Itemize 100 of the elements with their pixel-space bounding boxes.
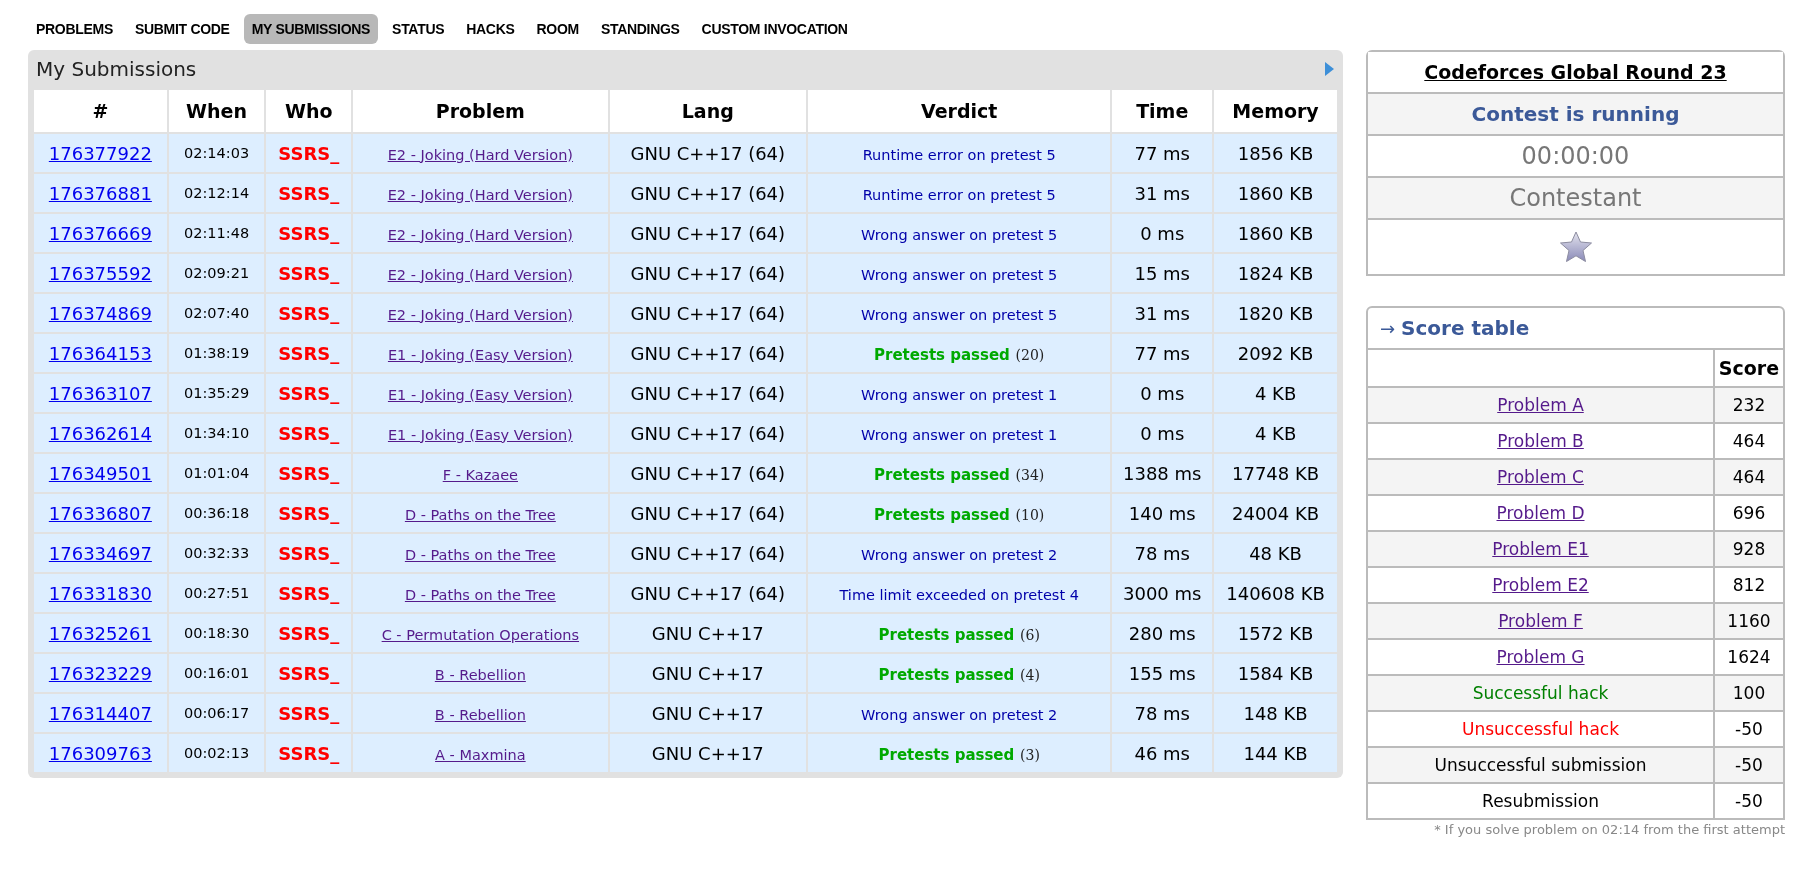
table-cell: GNU C++17 (64): [608, 133, 808, 173]
table-cell: GNU C++17 (64): [608, 533, 808, 573]
problem-link[interactable]: Problem B: [1497, 431, 1584, 451]
table-cell: 00:16:01: [167, 653, 266, 693]
table-cell: 144 KB: [1213, 733, 1338, 773]
column-header: Verdict: [807, 89, 1112, 133]
problem-link[interactable]: Problem A: [1497, 395, 1584, 415]
verdict-text: Wrong answer on pretest 1: [861, 426, 1058, 443]
table-cell: 78 ms: [1111, 693, 1214, 733]
table-cell: 01:01:04: [167, 453, 266, 493]
score-table-title: Score table: [1401, 316, 1530, 340]
table-cell: 1860 KB: [1213, 173, 1338, 213]
problem-link[interactable]: Problem C: [1497, 467, 1584, 487]
table-cell: 00:36:18: [167, 493, 266, 533]
panel-title: My Submissions: [36, 57, 197, 81]
table-cell: 4 KB: [1213, 373, 1338, 413]
verdict-text: Wrong answer on pretest 2: [861, 706, 1058, 723]
table-cell: 02:14:03: [167, 133, 266, 173]
test-count: (10): [1015, 506, 1045, 523]
table-cell: 0 ms: [1111, 413, 1214, 453]
table-cell: 1856 KB: [1213, 133, 1338, 173]
table-cell: GNU C++17 (64): [608, 453, 808, 493]
table-cell: 00:27:51: [167, 573, 266, 613]
table-cell: GNU C++17 (64): [608, 493, 808, 533]
problem-link[interactable]: Problem E2: [1492, 575, 1589, 595]
table-cell: 24004 KB: [1213, 493, 1338, 533]
nav-tab[interactable]: MY SUBMISSIONS: [243, 14, 379, 44]
table-cell: 77 ms: [1111, 133, 1214, 173]
footnote: * If you solve problem on 02:14 from the first attempt: [1433, 822, 1785, 837]
arrow-glyph: →: [1380, 317, 1396, 339]
table-cell: 140608 KB: [1213, 573, 1338, 613]
table-cell: 0 ms: [1111, 213, 1214, 253]
table-cell: 31 ms: [1111, 173, 1214, 213]
test-count: (34): [1015, 466, 1045, 483]
column-header: When: [167, 89, 266, 133]
table-cell: 78 ms: [1111, 533, 1214, 573]
table-cell: 01:34:10: [167, 413, 266, 453]
table-cell: 148 KB: [1213, 693, 1338, 733]
nav-tab[interactable]: CUSTOM INVOCATION: [693, 14, 856, 44]
table-cell: 0 ms: [1111, 373, 1214, 413]
nav-tab[interactable]: SUBMIT CODE: [126, 14, 238, 44]
score-label: Unsuccessful submission: [1434, 755, 1647, 775]
problem-link[interactable]: Problem F: [1498, 611, 1583, 631]
triangle-icon[interactable]: [1324, 61, 1335, 77]
star-icon[interactable]: [1558, 231, 1593, 263]
table-cell: GNU C++17 (64): [608, 373, 808, 413]
nav-tab[interactable]: PROBLEMS: [28, 14, 121, 44]
verdict-text: Wrong answer on pretest 1: [861, 386, 1058, 403]
verdict-text: Wrong answer on pretest 5: [861, 306, 1058, 323]
test-count: (4): [1020, 666, 1040, 683]
score-label: Resubmission: [1482, 791, 1599, 811]
table-cell: GNU C++17: [608, 613, 808, 653]
table-cell: 3000 ms: [1111, 573, 1214, 613]
role-label: Contestant: [1509, 184, 1642, 212]
verdict-text: Pretests passed: [874, 505, 1010, 524]
problem-link[interactable]: Problem D: [1496, 503, 1585, 523]
table-cell: 00:06:17: [167, 693, 266, 733]
table-cell: 1820 KB: [1213, 293, 1338, 333]
test-count: (6): [1020, 626, 1040, 643]
table-cell: GNU C++17 (64): [608, 293, 808, 333]
problem-link[interactable]: B - Rebellion: [434, 706, 526, 723]
table-cell: GNU C++17 (64): [608, 413, 808, 453]
verdict-text: Pretests passed: [874, 465, 1010, 484]
table-cell: 00:32:33: [167, 533, 266, 573]
column-header: Memory: [1213, 89, 1338, 133]
table-cell: 31 ms: [1111, 293, 1214, 333]
table-cell: 280 ms: [1111, 613, 1214, 653]
table-cell: 1388 ms: [1111, 453, 1214, 493]
score-label: Unsuccessful hack: [1462, 719, 1619, 739]
nav-tab[interactable]: STANDINGS: [592, 14, 688, 44]
table-cell: 00:18:30: [167, 613, 266, 653]
nav-tab[interactable]: ROOM: [528, 14, 587, 44]
table-cell: 1824 KB: [1213, 253, 1338, 293]
test-count: (3): [1020, 746, 1040, 763]
verdict-text: Pretests passed: [878, 745, 1015, 764]
table-cell: 4 KB: [1213, 413, 1338, 453]
problem-link[interactable]: Problem G: [1496, 647, 1585, 667]
problem-link[interactable]: Problem E1: [1492, 539, 1589, 559]
table-cell: 140 ms: [1111, 493, 1214, 533]
problem-link[interactable]: A - Maxmina: [435, 746, 526, 763]
problem-link[interactable]: B - Rebellion: [434, 666, 526, 683]
column-header: Who: [265, 89, 353, 133]
problem-link[interactable]: F - Kazaee: [442, 466, 518, 483]
contest-status: Contest is running: [1471, 102, 1680, 126]
table-cell: GNU C++17 (64): [608, 253, 808, 293]
table-cell: 1860 KB: [1213, 213, 1338, 253]
verdict-text: Runtime error on pretest 5: [862, 146, 1056, 163]
nav-tab[interactable]: HACKS: [458, 14, 523, 44]
table-cell: 00:02:13: [167, 733, 266, 773]
countdown-timer: 00:00:00: [1521, 142, 1630, 170]
table-cell: GNU C++17: [608, 693, 808, 733]
table-cell: 01:38:19: [167, 333, 266, 373]
table-cell: 02:11:48: [167, 213, 266, 253]
table-cell: 2092 KB: [1213, 333, 1338, 373]
table-cell: 77 ms: [1111, 333, 1214, 373]
contest-link[interactable]: Codeforces Global Round 23: [1424, 61, 1727, 83]
table-cell: GNU C++17 (64): [608, 173, 808, 213]
nav-tab[interactable]: STATUS: [384, 14, 453, 44]
verdict-text: Pretests passed: [878, 625, 1015, 644]
table-cell: 02:07:40: [167, 293, 266, 333]
